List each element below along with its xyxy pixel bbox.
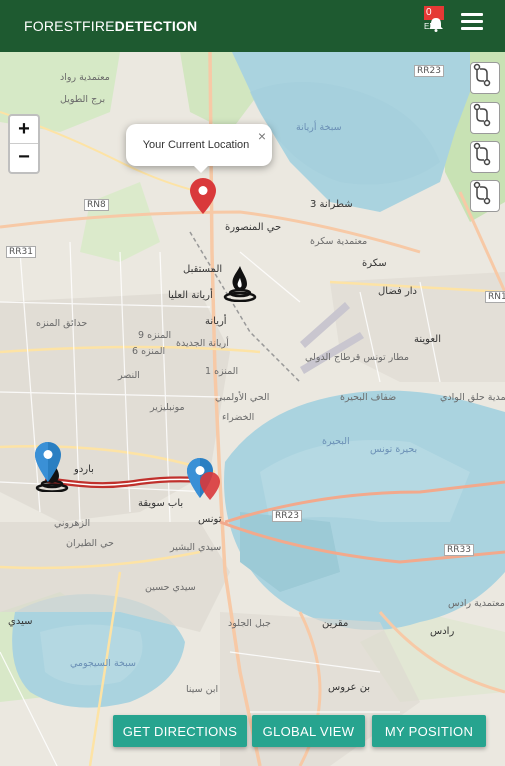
route-icon [473,103,491,127]
label-jebel-jelloud: جبل الجلود [228,618,271,629]
road-label-rn8: RN8 [84,199,109,211]
hamburger-menu-icon[interactable] [461,13,483,30]
zoom-control: + − [8,114,40,174]
popup-close-button[interactable]: × [258,128,266,144]
label-soukra: سكرة [362,258,387,269]
label-rades-delegation: معتمدية رادس [448,598,505,609]
label-ben-arous: بن عروس [328,682,371,693]
label-ariana-olia: أريانة العليا [168,290,213,301]
popup-tip [192,164,210,173]
label-aouina: العوينة [414,334,441,345]
location-popup: Your Current Location × [126,124,272,173]
label-khadra: الخضراء [222,412,255,423]
route-button-3[interactable] [470,141,500,173]
label-ariana: أريانة [205,316,227,327]
route-end-red-marker-icon [200,472,220,500]
road-label-rn1: RN1 [485,291,505,303]
label-olympique: الحي الأولمبي [215,392,270,403]
route-button-4[interactable] [470,180,500,212]
label-lac-tunis: بحيرة تونس [370,444,418,455]
route-start-marker-icon[interactable] [35,442,61,482]
brand-bold: DETECTION [114,18,198,34]
road-label-rr33: RR33 [444,544,474,556]
label-sfax-bhira: ضفاف البحيرة [340,392,397,403]
get-directions-button[interactable]: GET DIRECTIONS [113,715,247,747]
label-rades: رادس [430,626,455,637]
label-airport: مطار تونس قرطاج الدولي [305,352,410,363]
label-menzah9: المنزه 9 [138,330,172,341]
label-borj-touil: برج الطويل [60,94,106,105]
route-button-1[interactable] [470,62,500,94]
language-label[interactable]: EN [424,22,435,31]
label-montplaisir: مونبليزير [150,402,185,413]
label-nasr: النصر [118,370,140,381]
label-menzah1: المنزه 1 [205,366,239,377]
current-location-marker-icon[interactable] [190,178,216,214]
label-tunis: تونس [198,514,222,525]
label-ariana-jadida: أريانة الجديدة [176,338,229,349]
road-label-rr23-2: RR23 [272,510,302,522]
label-mostakbel: المستقبل [183,264,223,275]
label-hadaek-menzah: حدائق المنزه [36,318,88,329]
global-view-button[interactable]: GLOBAL VIEW [252,715,365,747]
label-lac: البحيرة [322,436,350,447]
label-zahrouni: الزهروني [54,518,91,529]
route-icon [473,181,491,205]
route-icon [473,63,491,87]
label-sidi: سيدي [8,616,33,627]
app-header: FORESTFIREDETECTION 0 EN [0,0,505,52]
label-sidi-bechir: سيدي البشير [170,542,222,553]
label-menzah6: المنزه 6 [132,346,166,357]
label-sidi-hassine: سيدي حسين [145,582,196,593]
road-label-rr31: RR31 [6,246,36,258]
label-raoued: معتمدية رواد [60,72,110,83]
label-dar-fadhal: دار فضال [378,286,418,297]
label-tayaran: حي الطيران [66,538,114,549]
zoom-in-button[interactable]: + [10,116,38,144]
label-halk-wadi: معتمدية حلق الوادي [440,392,505,403]
popup-text: Your Current Location [142,139,250,151]
route-button-2[interactable] [470,102,500,134]
my-position-button[interactable]: MY POSITION [372,715,486,747]
route-icon [473,142,491,166]
app-brand[interactable]: FORESTFIREDETECTION [24,18,197,34]
label-medina: باب سويقة [138,498,184,509]
label-ibn-sina: ابن سينا [186,684,219,695]
label-bardo: باردو [74,464,94,475]
label-sijoumi: سبخة السيجومي [70,658,136,669]
fire-hazard-icon[interactable] [222,264,258,302]
road-label-rr23: RR23 [414,65,444,77]
zoom-out-button[interactable]: − [10,144,38,171]
brand-light: FORESTFIRE [24,18,115,34]
label-chotrana: شطرانة 3 [310,199,353,210]
label-mansoura: حي المنصورة [225,222,282,233]
label-soukra-delegation: معتمدية سكرة [310,236,368,247]
label-sebkha-ariana: سبخة أريانة [296,122,342,133]
label-mgrine: مقرين [322,618,349,629]
